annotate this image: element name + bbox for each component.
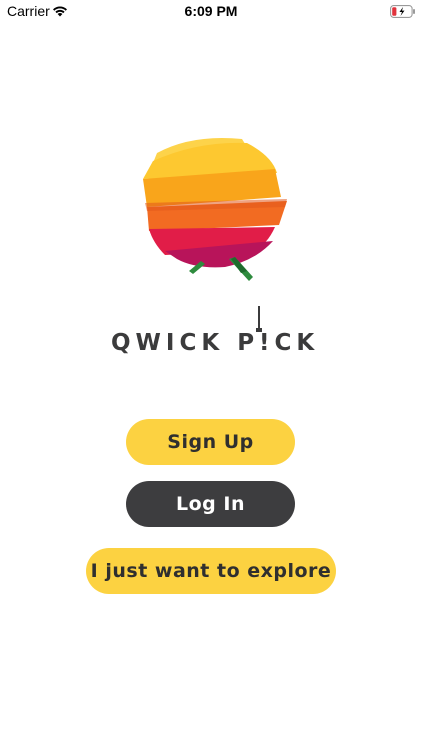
log-in-button[interactable]: Log In bbox=[126, 481, 295, 527]
sliced-fruit-logo bbox=[137, 131, 291, 285]
sign-up-button[interactable]: Sign Up bbox=[126, 419, 295, 465]
explore-button[interactable]: I just want to explore bbox=[86, 548, 336, 594]
clock: 6:09 PM bbox=[184, 3, 238, 19]
fork-pin-icon bbox=[256, 306, 262, 332]
battery-icon bbox=[390, 5, 416, 18]
wordmark-text: QWICK P!CK bbox=[111, 330, 320, 356]
app-wordmark: QWICK P!CK bbox=[111, 306, 320, 358]
status-bar: Carrier 6:09 PM bbox=[0, 0, 422, 24]
